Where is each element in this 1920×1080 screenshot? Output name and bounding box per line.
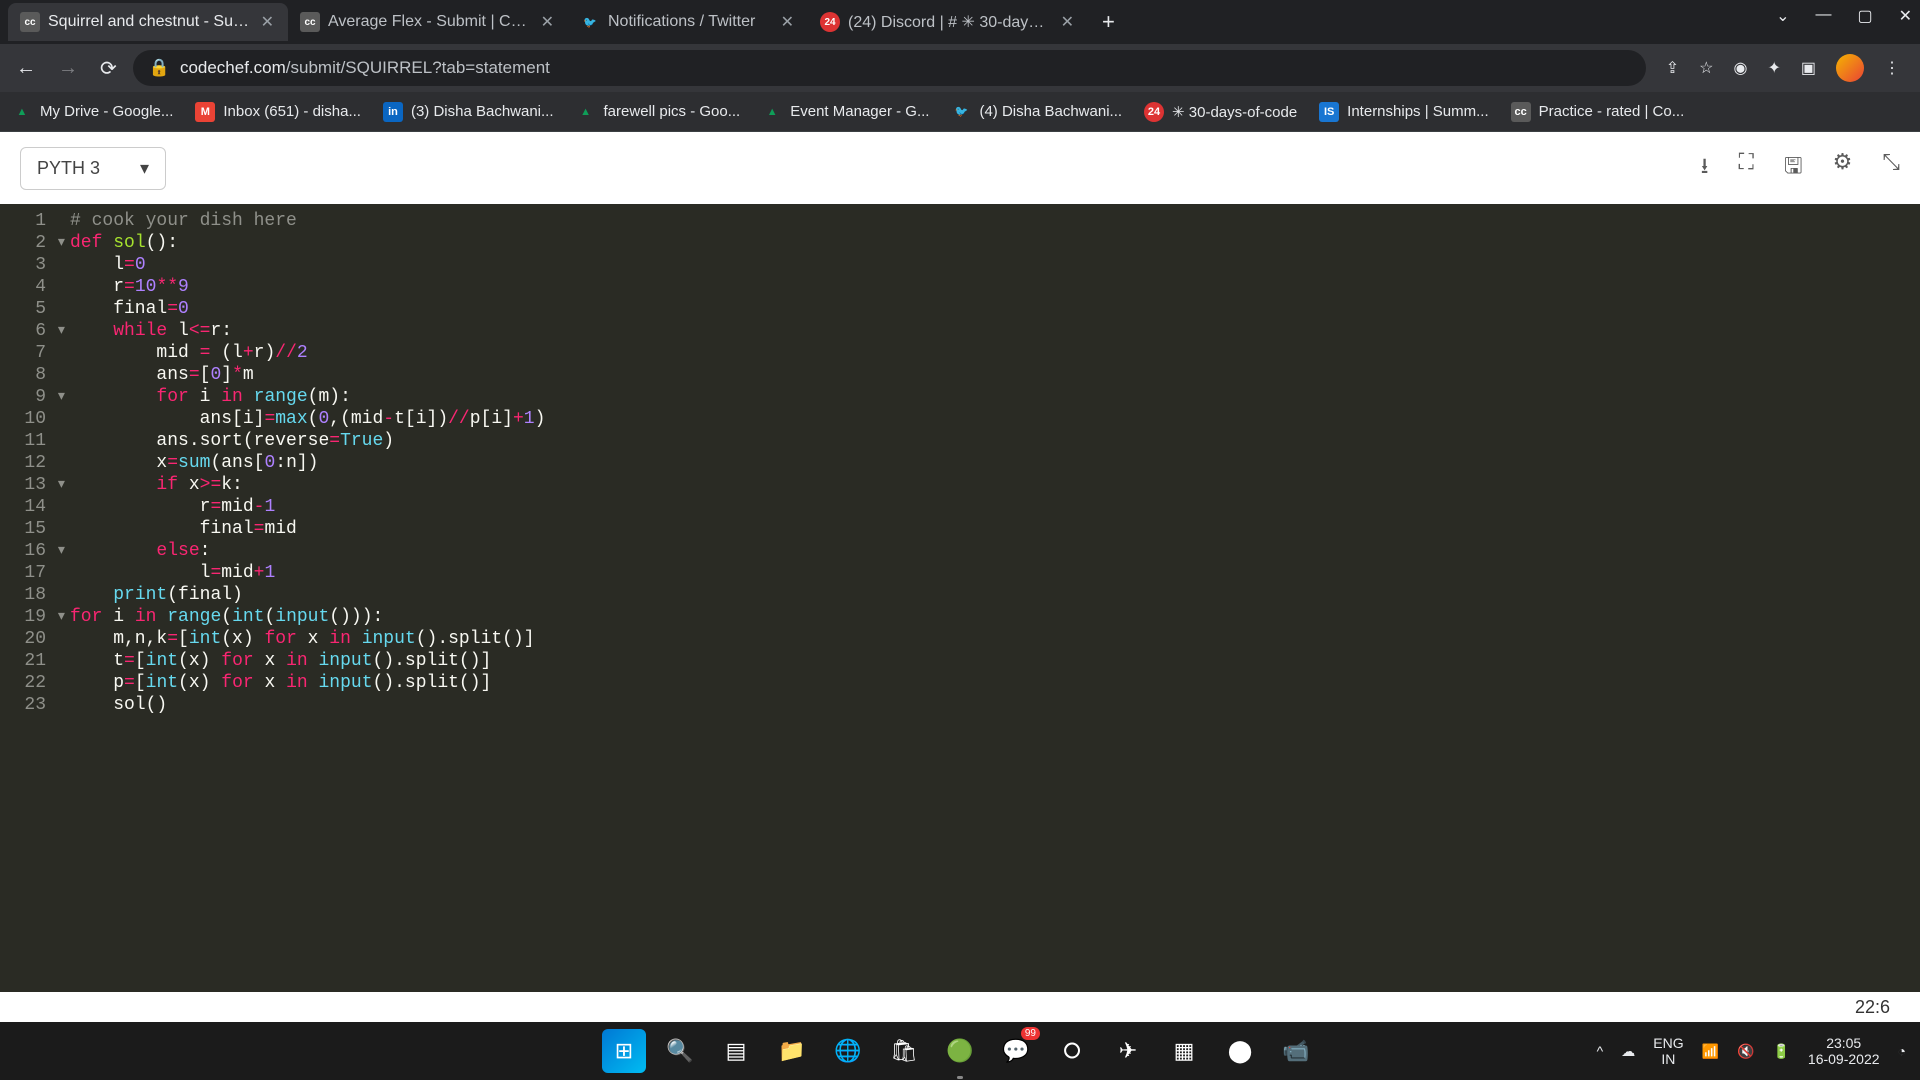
tab-title: Squirrel and chestnut - Submit | C — [48, 13, 251, 31]
minimize-icon[interactable]: — — [1815, 6, 1831, 26]
browser-tab[interactable]: 🐦Notifications / Twitter✕ — [568, 3, 808, 41]
clock[interactable]: 23:05 16-09-2022 — [1808, 1035, 1880, 1067]
app-icon[interactable]: ⭘ — [1050, 1029, 1094, 1073]
language-select[interactable]: PYTH 3 ▾ — [20, 147, 166, 190]
cursor-position: 22:6 — [1855, 997, 1890, 1018]
url-input[interactable]: 🔒 codechef.com/submit/SQUIRREL?tab=state… — [133, 50, 1646, 86]
fold-gutter[interactable]: ▾▾▾▾▾▾ — [56, 210, 66, 716]
chevron-down-icon[interactable]: ⌄ — [1776, 6, 1789, 26]
chevron-down-icon: ▾ — [140, 158, 149, 179]
bookmark-item[interactable]: ▲My Drive - Google... — [12, 102, 173, 122]
store-icon[interactable]: 🛍 — [882, 1029, 926, 1073]
bookmark-item[interactable]: 24✳ 30-days-of-code — [1144, 102, 1297, 122]
collapse-icon[interactable]: ⤡ — [1882, 149, 1900, 187]
wifi-icon[interactable]: 📶 — [1702, 1043, 1719, 1060]
chrome-icon[interactable]: 🟢 — [938, 1029, 982, 1073]
download-icon[interactable]: ⭳ — [1701, 149, 1709, 187]
line-gutter: 1234567891011121314151617181920212223 — [0, 204, 56, 992]
menu-icon[interactable]: ⋮ — [1884, 58, 1900, 78]
maximize-icon[interactable]: ▢ — [1857, 6, 1872, 26]
edge-icon[interactable]: 🌐 — [826, 1029, 870, 1073]
address-bar: ← → ⟳ 🔒 codechef.com/submit/SQUIRREL?tab… — [0, 44, 1920, 92]
extensions-icon[interactable]: ✦ — [1767, 58, 1780, 78]
whatsapp-icon[interactable]: 💬99 — [994, 1029, 1038, 1073]
browser-tab[interactable]: ccAverage Flex - Submit | CodeChe✕ — [288, 3, 568, 41]
tray-chevron-icon[interactable]: ^ — [1597, 1043, 1604, 1059]
settings-icon[interactable]: ⚙ — [1833, 149, 1853, 187]
tab-strip: ccSquirrel and chestnut - Submit | C✕ccA… — [0, 0, 1920, 44]
back-button[interactable]: ← — [10, 51, 42, 86]
battery-icon[interactable]: 🔋 — [1772, 1043, 1789, 1060]
profile-avatar[interactable] — [1836, 54, 1864, 82]
notifications-icon[interactable]: ◔ — [1898, 1043, 1906, 1059]
new-tab-button[interactable]: + — [1088, 9, 1129, 35]
bookmark-item[interactable]: 🐦(4) Disha Bachwani... — [951, 102, 1122, 122]
close-icon[interactable]: ✕ — [259, 10, 276, 34]
close-icon[interactable]: ✕ — [779, 10, 796, 34]
search-icon[interactable]: 🔍 — [658, 1029, 702, 1073]
close-icon[interactable]: ✕ — [539, 10, 556, 34]
browser-tab[interactable]: 24(24) Discord | # ✳ 30-days-of-co✕ — [808, 3, 1088, 41]
bookmark-item[interactable]: MInbox (651) - disha... — [195, 102, 361, 122]
language-label: PYTH 3 — [37, 158, 100, 179]
panel-icon[interactable]: ▣ — [1801, 58, 1816, 78]
bookmark-item[interactable]: ▲Event Manager - G... — [762, 102, 929, 122]
camera-icon[interactable]: ◉ — [1734, 58, 1748, 78]
editor-toolbar: PYTH 3 ▾ ⭳ ⛶ 🖫 ⚙ ⤡ — [0, 132, 1920, 204]
expand-icon[interactable]: ⛶ — [1739, 149, 1754, 187]
bookmark-item[interactable]: in(3) Disha Bachwani... — [383, 102, 554, 122]
code-area[interactable]: # cook your dish heredef sol(): l=0 r=10… — [56, 204, 545, 992]
tab-title: Notifications / Twitter — [608, 13, 771, 31]
bookmarks-bar: ▲My Drive - Google... MInbox (651) - dish… — [0, 92, 1920, 132]
editor-status-bar: 22:6 — [0, 992, 1920, 1022]
star-icon[interactable]: ☆ — [1699, 58, 1713, 78]
tab-title: (24) Discord | # ✳ 30-days-of-co — [848, 12, 1051, 32]
close-icon[interactable]: ✕ — [1059, 10, 1076, 34]
taskbar: ⊞ 🔍 ▤ 📁 🌐 🛍 🟢 💬99 ⭘ ✈ ▦ ⬤ 📹 ^ ☁ ENG IN 📶… — [0, 1022, 1920, 1080]
start-button[interactable]: ⊞ — [602, 1029, 646, 1073]
url-path: /submit/SQUIRREL?tab=statement — [286, 58, 550, 77]
bookmark-item[interactable]: ccPractice - rated | Co... — [1511, 102, 1685, 122]
lock-icon: 🔒 — [149, 58, 170, 78]
github-icon[interactable]: ⬤ — [1218, 1029, 1262, 1073]
language-indicator[interactable]: ENG IN — [1653, 1035, 1683, 1067]
zoom-icon[interactable]: 📹 — [1274, 1029, 1318, 1073]
url-host: codechef.com — [180, 58, 286, 77]
save-icon[interactable]: 🖫 — [1784, 149, 1803, 187]
telegram-icon[interactable]: ✈ — [1106, 1029, 1150, 1073]
code-editor[interactable]: 1234567891011121314151617181920212223 ▾▾… — [0, 204, 1920, 992]
share-icon[interactable]: ⇪ — [1666, 58, 1679, 78]
bookmark-item[interactable]: ISInternships | Summ... — [1319, 102, 1488, 122]
volume-icon[interactable]: 🔇 — [1737, 1043, 1754, 1060]
app2-icon[interactable]: ▦ — [1162, 1029, 1206, 1073]
forward-button[interactable]: → — [52, 51, 84, 86]
cloud-icon[interactable]: ☁ — [1621, 1043, 1635, 1060]
tab-title: Average Flex - Submit | CodeChe — [328, 13, 531, 31]
explorer-icon[interactable]: 📁 — [770, 1029, 814, 1073]
bookmark-item[interactable]: ▲farewell pics - Goo... — [576, 102, 741, 122]
taskview-icon[interactable]: ▤ — [714, 1029, 758, 1073]
reload-button[interactable]: ⟳ — [94, 50, 123, 87]
close-icon[interactable]: ✕ — [1899, 6, 1912, 26]
browser-tab[interactable]: ccSquirrel and chestnut - Submit | C✕ — [8, 3, 288, 41]
